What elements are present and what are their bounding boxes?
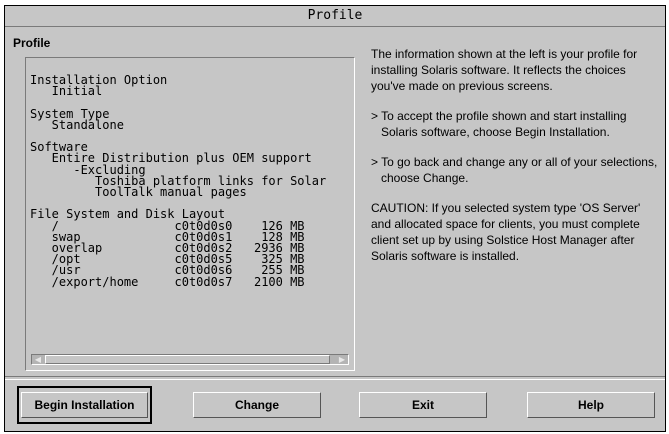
help-button[interactable]: Help <box>527 392 655 418</box>
scrollbar-thumb[interactable] <box>45 355 330 364</box>
info-paragraph-change: > To go back and change any or all of yo… <box>371 155 658 185</box>
exit-button[interactable]: Exit <box>359 392 487 418</box>
info-paragraph-accept: > To accept the profile shown and start … <box>371 109 627 139</box>
scroll-left-arrow-icon[interactable]: ◀ <box>32 355 44 364</box>
info-paragraph-caution: CAUTION: If you selected system type 'OS… <box>371 201 641 263</box>
profile-instructions: The information shown at the left is you… <box>371 46 661 278</box>
profile-summary-text: Installation Option Initial System Type … <box>30 73 327 289</box>
profile-section-label: Profile <box>13 36 51 50</box>
info-paragraph-intro: The information shown at the left is you… <box>371 47 638 93</box>
begin-installation-button[interactable]: Begin Installation <box>21 392 148 418</box>
change-button[interactable]: Change <box>193 392 321 418</box>
button-bar-divider <box>5 376 665 380</box>
profile-text-area[interactable]: Installation Option Initial System Type … <box>25 57 355 371</box>
profile-window: Profile Profile Installation Option Init… <box>4 5 666 432</box>
scroll-right-arrow-icon[interactable]: ▶ <box>336 355 348 364</box>
horizontal-scrollbar[interactable]: ◀ ▶ <box>31 354 349 365</box>
window-title: Profile <box>5 6 665 27</box>
